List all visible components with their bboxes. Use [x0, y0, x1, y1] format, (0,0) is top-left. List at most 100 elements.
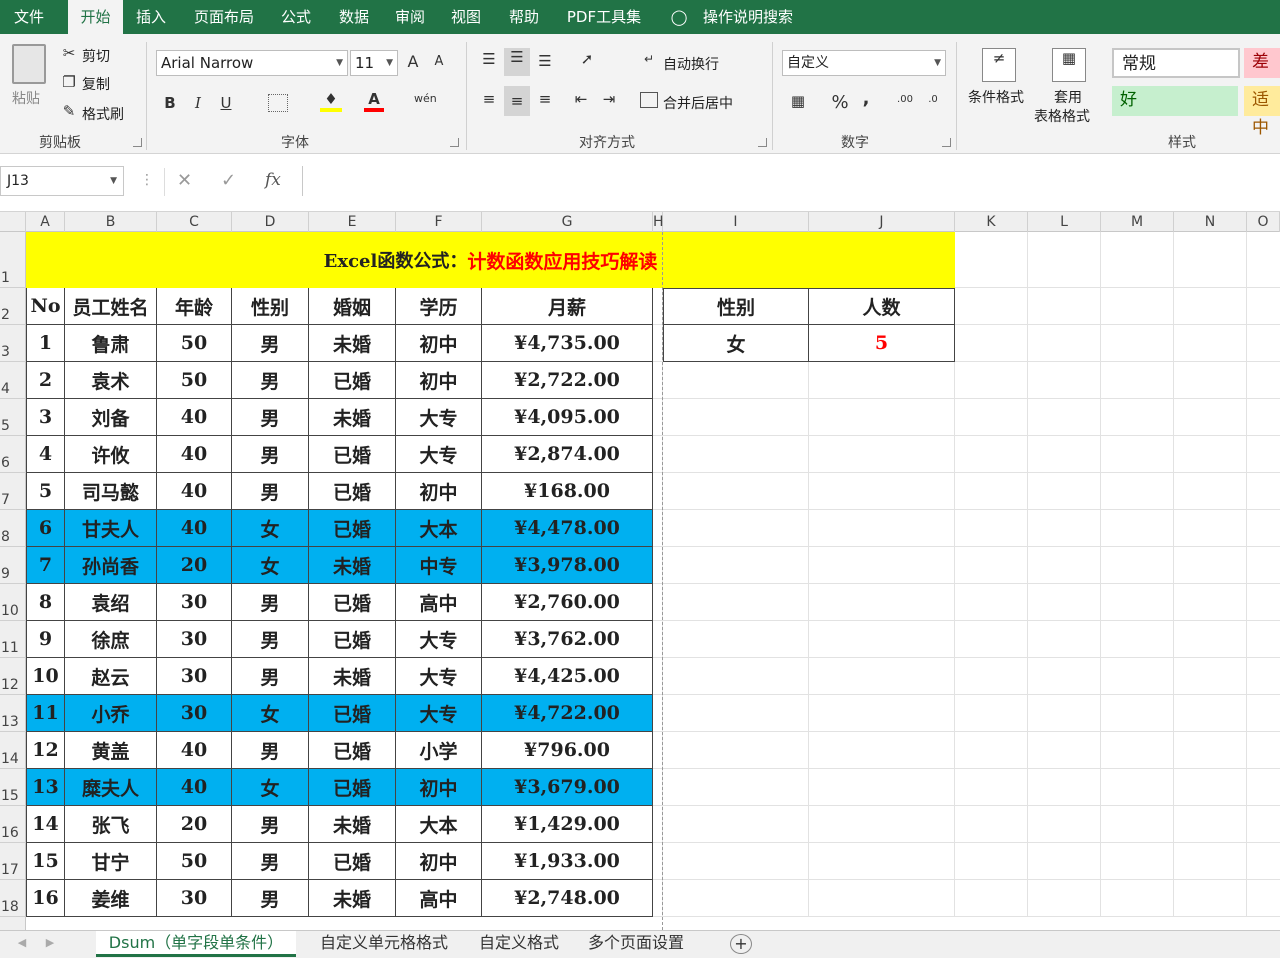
col-header-f[interactable]: F — [396, 212, 482, 232]
cell-education[interactable]: 初中 — [396, 473, 482, 510]
header-salary[interactable]: 月薪 — [482, 288, 653, 325]
empty-cell[interactable] — [1101, 510, 1174, 547]
row-header[interactable]: 16 — [0, 806, 26, 843]
empty-cell[interactable] — [1247, 695, 1280, 732]
cell-salary[interactable]: ¥3,679.00 — [482, 769, 653, 806]
cell-no[interactable]: 12 — [26, 732, 65, 769]
cell-age[interactable]: 50 — [157, 843, 232, 880]
empty-cell[interactable] — [1028, 547, 1101, 584]
empty-cell[interactable] — [663, 362, 809, 399]
cell-no[interactable]: 5 — [26, 473, 65, 510]
cell-marital[interactable]: 已婚 — [309, 584, 396, 621]
cell-no[interactable]: 6 — [26, 510, 65, 547]
format-painter-button[interactable]: 格式刷 — [82, 104, 124, 124]
decrease-indent-icon[interactable]: ⇤ — [570, 90, 592, 108]
cell-no[interactable]: 16 — [26, 880, 65, 917]
cell-age[interactable]: 30 — [157, 695, 232, 732]
cell-age[interactable]: 30 — [157, 621, 232, 658]
cell-no[interactable]: 7 — [26, 547, 65, 584]
empty-cell[interactable] — [663, 769, 809, 806]
empty-cell[interactable] — [663, 695, 809, 732]
empty-cell[interactable] — [1247, 362, 1280, 399]
cell-marital[interactable]: 已婚 — [309, 695, 396, 732]
empty-cell[interactable] — [1174, 732, 1247, 769]
cell-marital[interactable]: 未婚 — [309, 547, 396, 584]
empty-cell[interactable] — [1101, 695, 1174, 732]
cell-age[interactable]: 30 — [157, 658, 232, 695]
cell-gender[interactable]: 男 — [232, 584, 309, 621]
cell-age[interactable]: 30 — [157, 880, 232, 917]
cell-gender[interactable]: 男 — [232, 732, 309, 769]
font-size-select[interactable]: 11 ▼ — [350, 50, 398, 76]
empty-cell[interactable] — [1174, 362, 1247, 399]
empty-cell[interactable] — [809, 436, 955, 473]
col-header-c[interactable]: C — [157, 212, 232, 232]
empty-cell[interactable] — [1028, 510, 1101, 547]
cell-salary[interactable]: ¥796.00 — [482, 732, 653, 769]
cell-no[interactable]: 10 — [26, 658, 65, 695]
cell-name[interactable]: 徐庶 — [65, 621, 157, 658]
empty-cell[interactable] — [1174, 584, 1247, 621]
bold-button[interactable]: B — [160, 94, 180, 112]
format-as-table-button[interactable]: 表格格式 — [1034, 106, 1090, 126]
wrap-text-button[interactable]: 自动换行 — [663, 54, 719, 74]
empty-cell[interactable] — [663, 658, 809, 695]
empty-cell[interactable] — [809, 658, 955, 695]
side-header-count[interactable]: 人数 — [809, 288, 955, 325]
style-neutral[interactable]: 适中 — [1244, 86, 1280, 138]
empty-cell[interactable] — [955, 399, 1028, 436]
col-header-h[interactable]: H — [653, 212, 664, 232]
style-bad[interactable]: 差 — [1244, 48, 1280, 78]
cell-name[interactable]: 孙尚香 — [65, 547, 157, 584]
cell-age[interactable]: 50 — [157, 325, 232, 362]
cell-age[interactable]: 40 — [157, 732, 232, 769]
empty-cell[interactable] — [1174, 436, 1247, 473]
fill-color-icon[interactable]: ♦ — [320, 90, 342, 112]
cell-gender[interactable]: 男 — [232, 399, 309, 436]
empty-cell[interactable] — [955, 769, 1028, 806]
header-age[interactable]: 年龄 — [157, 288, 232, 325]
italic-button[interactable]: I — [188, 94, 208, 112]
tab-help[interactable]: 帮助 — [500, 0, 548, 34]
number-launcher-icon[interactable] — [942, 138, 951, 147]
row-header[interactable]: 1 — [0, 232, 26, 288]
row-header[interactable]: 14 — [0, 732, 26, 769]
cell-education[interactable]: 初中 — [396, 325, 482, 362]
row-header[interactable]: 13 — [0, 695, 26, 732]
empty-cell[interactable] — [1101, 399, 1174, 436]
name-box[interactable]: J13 ▼ — [0, 166, 124, 196]
empty-cell[interactable] — [1101, 232, 1174, 288]
cell-marital[interactable]: 已婚 — [309, 473, 396, 510]
empty-cell[interactable] — [955, 584, 1028, 621]
format-as-table-line1[interactable]: 套用 — [1054, 87, 1082, 107]
cell-marital[interactable]: 已婚 — [309, 621, 396, 658]
cell-marital[interactable]: 未婚 — [309, 399, 396, 436]
empty-cell[interactable] — [1247, 288, 1280, 325]
title-cell[interactable]: Excel函数公式： 计数函数应用技巧解读 — [26, 232, 955, 288]
empty-cell[interactable] — [1174, 695, 1247, 732]
cell-salary[interactable]: ¥3,762.00 — [482, 621, 653, 658]
cell-name[interactable]: 小乔 — [65, 695, 157, 732]
tab-pdf-tools[interactable]: PDF工具集 — [560, 0, 648, 34]
tab-data[interactable]: 数据 — [330, 0, 378, 34]
empty-cell[interactable] — [1101, 436, 1174, 473]
cell-no[interactable]: 8 — [26, 584, 65, 621]
empty-cell[interactable] — [955, 473, 1028, 510]
row-header[interactable]: 4 — [0, 362, 26, 399]
empty-cell[interactable] — [809, 510, 955, 547]
empty-cell[interactable] — [1028, 806, 1101, 843]
cell-gender[interactable]: 男 — [232, 621, 309, 658]
row-header[interactable]: 18 — [0, 880, 26, 917]
cell-salary[interactable]: ¥4,722.00 — [482, 695, 653, 732]
empty-cell[interactable] — [955, 362, 1028, 399]
cell-education[interactable]: 初中 — [396, 362, 482, 399]
empty-cell[interactable] — [1028, 621, 1101, 658]
col-header-n[interactable]: N — [1174, 212, 1247, 232]
empty-cell[interactable] — [1174, 510, 1247, 547]
empty-cell[interactable] — [1247, 658, 1280, 695]
header-name[interactable]: 员工姓名 — [65, 288, 157, 325]
empty-cell[interactable] — [1028, 658, 1101, 695]
add-sheet-icon[interactable]: + — [730, 934, 752, 954]
empty-cell[interactable] — [1028, 843, 1101, 880]
empty-cell[interactable] — [1028, 325, 1101, 362]
